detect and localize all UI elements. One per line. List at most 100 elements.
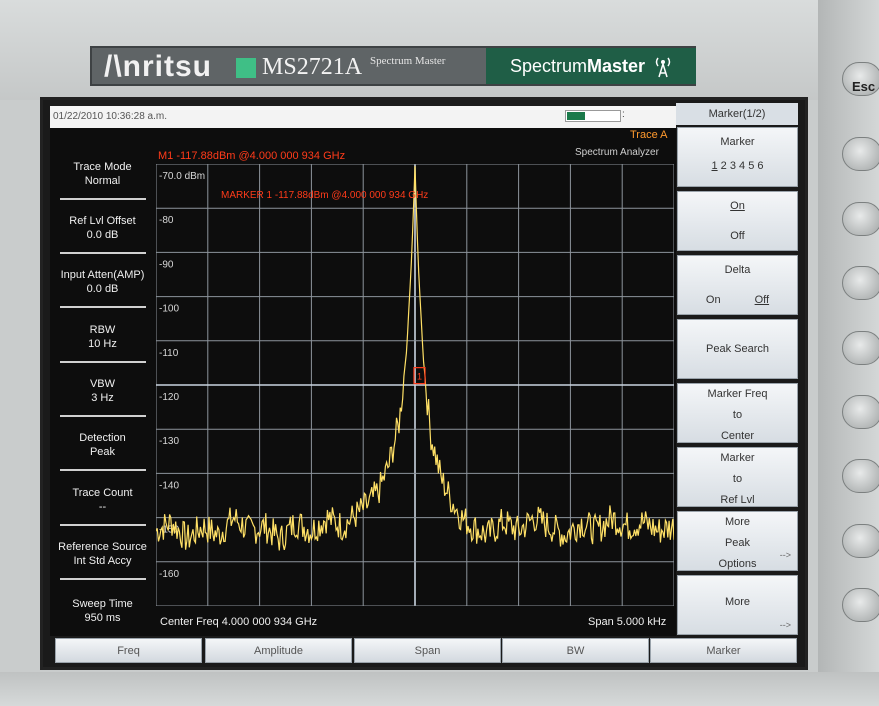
delta-label: Delta bbox=[724, 264, 751, 276]
parameter-item: Ref Lvl Offset 0.0 dB bbox=[50, 214, 155, 242]
submenu-arrow-icon: --> bbox=[779, 620, 791, 630]
y-tick-label: -160 bbox=[159, 569, 179, 580]
softkey-more-peak-options[interactable]: More Peak Options --> bbox=[677, 511, 798, 571]
parameter-item: VBW 3 Hz bbox=[50, 377, 155, 405]
datetime-readout: 01/22/2010 10:36:28 a.m. bbox=[53, 111, 167, 122]
tab-span[interactable]: Span bbox=[354, 638, 501, 663]
battery-suffix: : bbox=[622, 109, 625, 120]
to-ref-line3: Ref Lvl bbox=[720, 494, 755, 506]
parameter-label: Reference Source bbox=[58, 541, 147, 553]
to-ref-line1: Marker bbox=[720, 452, 755, 464]
parameter-divider bbox=[60, 469, 146, 471]
parameter-item: Sweep Time 950 ms bbox=[50, 597, 155, 625]
parameter-divider bbox=[60, 361, 146, 363]
softkey-marker-on-off[interactable]: On Off bbox=[677, 191, 798, 251]
anritsu-logo: /\nritsu bbox=[104, 50, 213, 83]
brand-bar: /\nritsu MS2721A Spectrum Master Spectru… bbox=[90, 46, 696, 86]
esc-label: Esc bbox=[852, 79, 876, 94]
marker-1-box-label: 1 bbox=[417, 372, 422, 382]
freq-to-center-line1: Marker Freq bbox=[707, 388, 768, 400]
y-tick-label: -70.0 dBm bbox=[159, 171, 205, 182]
parameter-item: Input Atten(AMP) 0.0 dB bbox=[50, 268, 155, 296]
softkey-marker-label: Marker bbox=[720, 136, 755, 148]
parameter-item: Trace Mode Normal bbox=[50, 160, 155, 188]
hardkey-1[interactable] bbox=[842, 137, 879, 171]
span-readout: Span 5.000 kHz bbox=[588, 616, 667, 628]
hardkey-3[interactable] bbox=[842, 266, 879, 300]
parameter-item: Trace Count -- bbox=[50, 486, 155, 514]
parameter-value: 10 Hz bbox=[88, 338, 117, 350]
hardkey-7[interactable] bbox=[842, 524, 879, 558]
parameter-label: Trace Count bbox=[72, 487, 133, 499]
model-name: MS2721A bbox=[262, 54, 363, 80]
parameter-value: 0.0 dB bbox=[86, 229, 119, 241]
trace-label: Trace A bbox=[630, 129, 668, 141]
parameter-divider bbox=[60, 578, 146, 580]
product-name-bold: Master bbox=[586, 56, 646, 76]
spectrum-plot[interactable]: -70.0 dBm-80-90-100-110-120-130-140-150-… bbox=[156, 164, 674, 606]
marker-off-option: Off bbox=[730, 230, 745, 242]
parameter-item: RBW 10 Hz bbox=[50, 323, 155, 351]
parameter-value: Normal bbox=[84, 175, 121, 187]
bottom-housing bbox=[0, 672, 879, 706]
parameter-value: Peak bbox=[89, 446, 116, 458]
parameter-item: Reference Source Int Std Accy bbox=[50, 540, 155, 568]
marker-annotation: MARKER 1 -117.88dBm @4.000 000 934 GHz bbox=[221, 190, 428, 201]
parameter-divider bbox=[60, 198, 146, 200]
parameter-label: Ref Lvl Offset bbox=[69, 215, 136, 227]
delta-off-option: Off bbox=[754, 294, 770, 306]
y-tick-label: -100 bbox=[159, 304, 179, 315]
softkey-marker-to-ref-lvl[interactable]: Marker to Ref Lvl bbox=[677, 447, 798, 507]
y-tick-label: -140 bbox=[159, 480, 179, 491]
tab-freq[interactable]: Freq bbox=[55, 638, 202, 663]
mode-label: Spectrum Analyzer bbox=[575, 147, 659, 158]
hardkey-4[interactable] bbox=[842, 331, 879, 365]
softkey-more[interactable]: More --> bbox=[677, 575, 798, 635]
freq-to-center-line2: to bbox=[732, 409, 743, 421]
delta-on-option: On bbox=[705, 294, 721, 306]
softkey-peak-search[interactable]: Peak Search bbox=[677, 319, 798, 379]
more-label: More bbox=[724, 596, 751, 608]
parameter-value: -- bbox=[98, 501, 107, 513]
hardkey-2[interactable] bbox=[842, 202, 879, 236]
parameter-divider bbox=[60, 524, 146, 526]
parameter-value: 3 Hz bbox=[91, 392, 114, 404]
product-name-light: Spectrum bbox=[509, 56, 587, 76]
battery-indicator bbox=[565, 110, 621, 122]
parameter-label: Trace Mode bbox=[73, 161, 132, 173]
parameter-value: 0.0 dB bbox=[86, 283, 119, 295]
softkey-menu-title: Marker(1/2) bbox=[676, 103, 798, 125]
tab-marker[interactable]: Marker bbox=[650, 638, 797, 663]
hardkey-6[interactable] bbox=[842, 459, 879, 493]
more-peak-line1: More bbox=[724, 516, 751, 528]
y-tick-label: -130 bbox=[159, 436, 179, 447]
marker-other-numbers: 2 3 4 5 6 bbox=[717, 160, 764, 172]
y-tick-label: -80 bbox=[159, 215, 174, 226]
product-logo: SpectrumMaster bbox=[486, 48, 696, 84]
softkey-delta[interactable]: Delta On Off bbox=[677, 255, 798, 315]
parameter-item: Detection Peak bbox=[50, 431, 155, 459]
y-tick-label: -90 bbox=[159, 259, 174, 270]
tab-amplitude[interactable]: Amplitude bbox=[205, 638, 352, 663]
battery-fill bbox=[567, 112, 585, 120]
parameter-divider bbox=[60, 306, 146, 308]
softkey-marker-select[interactable]: Marker 1 2 3 4 5 6 bbox=[677, 127, 798, 187]
parameter-divider bbox=[60, 415, 146, 417]
hardkey-5[interactable] bbox=[842, 395, 879, 429]
marker-readout: M1 -117.88dBm @4.000 000 934 GHz bbox=[158, 150, 346, 162]
marker-on-option: On bbox=[730, 200, 745, 212]
center-freq-readout: Center Freq 4.000 000 934 GHz bbox=[160, 616, 318, 628]
brand-green-square bbox=[236, 58, 256, 78]
peak-search-label: Peak Search bbox=[706, 343, 769, 355]
parameter-label: Input Atten(AMP) bbox=[60, 269, 145, 281]
parameter-label: Detection bbox=[79, 432, 126, 444]
softkey-marker-freq-to-center[interactable]: Marker Freq to Center bbox=[677, 383, 798, 443]
y-tick-label: -120 bbox=[159, 392, 179, 403]
parameter-value: 950 ms bbox=[84, 612, 121, 624]
model-subtitle: Spectrum Master bbox=[370, 55, 446, 67]
to-ref-line2: to bbox=[732, 473, 743, 485]
parameter-label: Sweep Time bbox=[72, 598, 133, 610]
parameter-value: Int Std Accy bbox=[73, 555, 132, 567]
tab-bw[interactable]: BW bbox=[502, 638, 649, 663]
hardkey-8[interactable] bbox=[842, 588, 879, 622]
